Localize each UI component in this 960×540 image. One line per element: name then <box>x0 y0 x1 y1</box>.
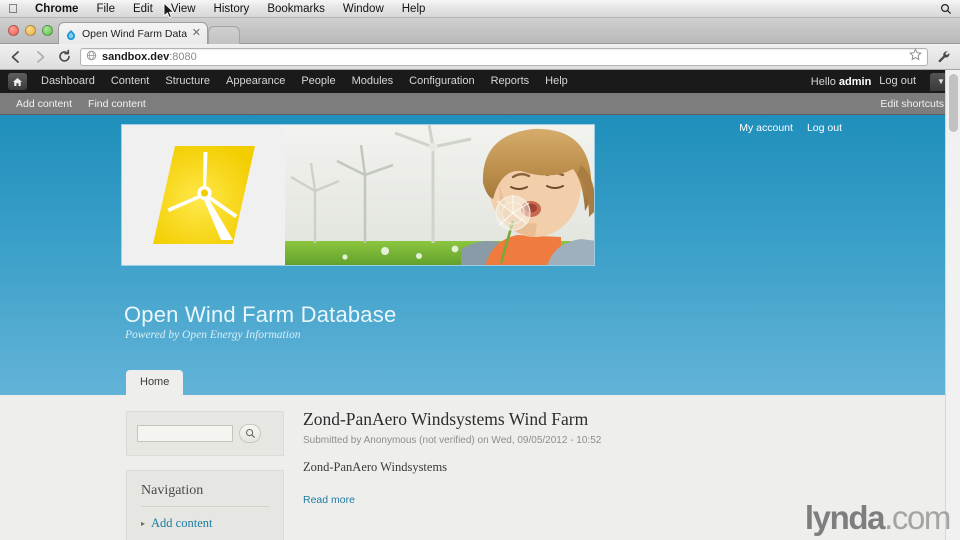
back-arrow-icon[interactable] <box>8 49 24 65</box>
address-bar[interactable]: sandbox.dev:8080 <box>80 47 928 66</box>
shortcut-find-content[interactable]: Find content <box>80 93 154 115</box>
browser-toolbar: sandbox.dev:8080 <box>0 44 960 70</box>
node-title[interactable]: Zond-PanAero Windsystems Wind Farm <box>303 409 773 431</box>
vertical-scrollbar[interactable] <box>945 70 960 540</box>
edit-shortcuts-link[interactable]: Edit shortcuts <box>872 93 952 115</box>
node-body: Zond-PanAero Windsystems <box>303 459 448 474</box>
logout-link[interactable]: Log out <box>807 122 842 134</box>
url-port: :8080 <box>169 50 197 63</box>
main-content: Navigation ▸ Add content Zond-PanAero Wi… <box>0 395 960 540</box>
toolbar-user-area: Hello admin Log out ▼ <box>811 70 952 93</box>
toolbar-item-people[interactable]: People <box>293 70 343 93</box>
star-icon[interactable] <box>909 47 922 66</box>
nav-link-add-content[interactable]: Add content <box>151 516 212 531</box>
new-tab-button[interactable] <box>208 26 240 44</box>
sidebar: Navigation ▸ Add content <box>126 411 284 540</box>
globe-icon <box>86 48 97 66</box>
toolbar-item-structure[interactable]: Structure <box>157 70 218 93</box>
toolbar-item-dashboard[interactable]: Dashboard <box>33 70 103 93</box>
browser-tab-title: Open Wind Farm Database | <box>82 27 187 40</box>
wrench-icon[interactable] <box>936 49 952 65</box>
site-banner: My account Log out Open Wind Farm Databa… <box>0 115 960 395</box>
tab-home[interactable]: Home <box>126 370 184 395</box>
apple-logo-icon[interactable]:  <box>0 2 26 15</box>
toolbar-item-modules[interactable]: Modules <box>344 70 402 93</box>
user-links: My account Log out <box>739 122 842 134</box>
node-submitted-info: Submitted by Anonymous (not verified) on… <box>303 434 602 446</box>
close-icon[interactable]: ✕ <box>192 28 201 39</box>
scrollbar-thumb[interactable] <box>949 74 958 132</box>
triangle-bullet-icon: ▸ <box>141 518 146 528</box>
page-viewport: Dashboard Content Structure Appearance P… <box>0 70 960 540</box>
navigation-block: Navigation ▸ Add content <box>126 470 284 540</box>
search-block <box>126 411 284 456</box>
search-input[interactable] <box>137 425 233 442</box>
menu-item-chrome[interactable]: Chrome <box>26 0 87 18</box>
node-teaser: Zond-PanAero Windsystems Wind Farm Submi… <box>303 409 773 506</box>
home-icon[interactable] <box>8 73 27 90</box>
window-controls <box>8 25 53 36</box>
drupal-admin-toolbar: Dashboard Content Structure Appearance P… <box>0 70 960 93</box>
reload-icon[interactable] <box>56 49 72 65</box>
greeting-username: admin <box>838 75 872 88</box>
child-blowing-dandelion-with-wind-turbines <box>285 125 594 265</box>
menu-item-history[interactable]: History <box>205 0 259 18</box>
os-menu-bar:  Chrome File Edit View History Bookmark… <box>0 0 960 18</box>
read-more-link[interactable]: Read more <box>303 494 355 506</box>
address-bar-url: sandbox.dev:8080 <box>102 51 197 63</box>
url-host: sandbox.dev <box>102 50 170 63</box>
close-window-button[interactable] <box>8 25 19 36</box>
my-account-link[interactable]: My account <box>739 122 793 134</box>
nav-item-add-content[interactable]: ▸ Add content <box>141 516 269 531</box>
toolbar-item-content[interactable]: Content <box>103 70 158 93</box>
drupal-shortcut-bar: Add content Find content Edit shortcuts <box>0 93 960 115</box>
screen:  Chrome File Edit View History Bookmark… <box>0 0 960 540</box>
greeting-prefix: Hello <box>810 75 839 88</box>
toolbar-logout-link[interactable]: Log out <box>871 70 924 93</box>
hero-image <box>121 124 595 266</box>
browser-tab-strip: Open Wind Farm Database | ✕ <box>0 18 960 44</box>
toolbar-item-reports[interactable]: Reports <box>483 70 538 93</box>
wind-turbine-logo <box>122 125 285 265</box>
minimize-window-button[interactable] <box>25 25 36 36</box>
search-icon[interactable] <box>932 3 960 15</box>
toolbar-item-appearance[interactable]: Appearance <box>218 70 293 93</box>
menu-item-view[interactable]: View <box>162 0 205 18</box>
menu-item-help[interactable]: Help <box>393 0 435 18</box>
maximize-window-button[interactable] <box>42 25 53 36</box>
forward-arrow-icon[interactable] <box>32 49 48 65</box>
menu-item-bookmarks[interactable]: Bookmarks <box>258 0 334 18</box>
primary-tabs: Home <box>126 370 184 395</box>
toolbar-item-help[interactable]: Help <box>537 70 576 93</box>
search-icon <box>245 428 255 439</box>
read-more[interactable]: Read more <box>303 494 773 506</box>
page-title: Open Wind Farm Database <box>124 302 397 327</box>
browser-tab[interactable]: Open Wind Farm Database | ✕ <box>58 22 208 44</box>
menu-item-window[interactable]: Window <box>334 0 393 18</box>
search-button[interactable] <box>239 424 261 443</box>
menu-item-edit[interactable]: Edit <box>124 0 162 18</box>
drupal-droplet-icon <box>65 28 77 40</box>
toolbar-greeting: Hello admin <box>811 76 872 88</box>
menu-item-file[interactable]: File <box>87 0 124 18</box>
shortcut-add-content[interactable]: Add content <box>8 93 80 115</box>
toolbar-item-configuration[interactable]: Configuration <box>401 70 482 93</box>
site-slogan: Powered by Open Energy Information <box>125 329 301 341</box>
navigation-block-title: Navigation <box>141 483 269 507</box>
